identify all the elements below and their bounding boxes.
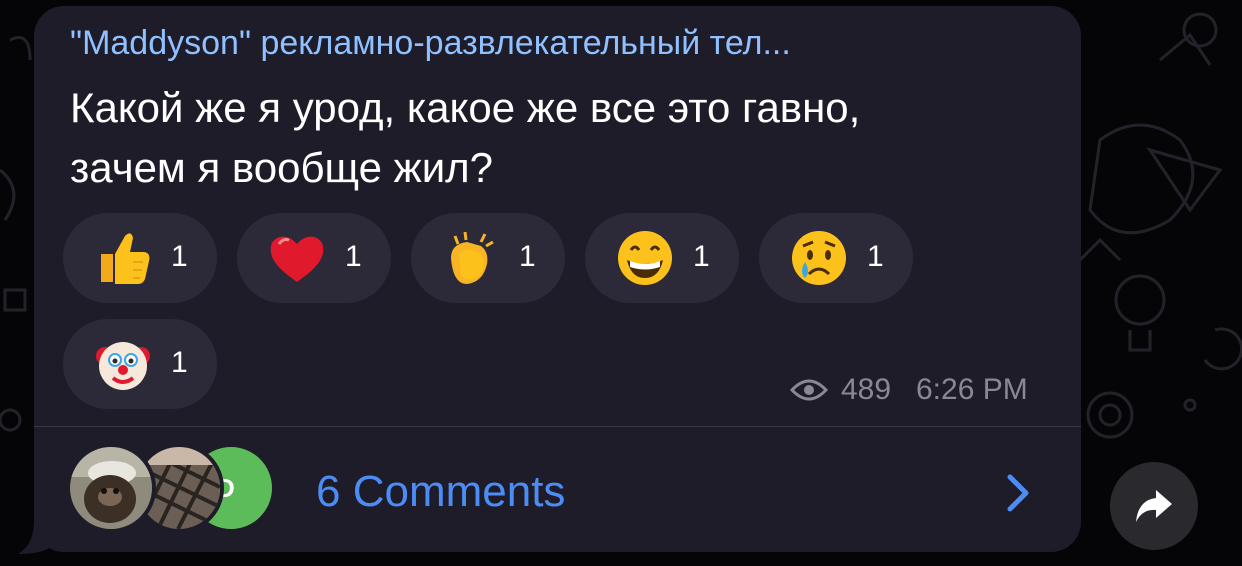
avatar [66,443,156,533]
comments-label[interactable]: 6 Comments [316,467,565,517]
share-button[interactable] [1110,462,1198,550]
message-text-line: Какой же я урод, какое же все это гавно, [70,84,861,131]
reaction-count: 1 [345,240,362,273]
message-time: 6:26 PM [916,373,1028,406]
reaction-count: 1 [693,240,710,273]
reaction-count: 1 [171,346,188,379]
grinning-face-icon [618,231,672,285]
crying-face-icon [792,231,846,285]
clapping-hands-icon [451,231,494,284]
reaction-red-heart[interactable]: 1 [237,213,391,303]
channel-name[interactable]: "Maddyson" рекламно-развлекательный тел.… [70,24,1060,63]
avatar-photo [70,447,152,529]
view-count: 489 [841,373,892,406]
share-arrow-icon [1136,490,1172,522]
reaction-count: 1 [867,240,884,273]
reaction-clown-face[interactable]: 1 [63,319,217,409]
reaction-crying-face[interactable]: 1 [759,213,913,303]
chevron-right-icon[interactable] [1006,473,1032,513]
reaction-thumbs-up[interactable]: 1 [63,213,217,303]
comments-button[interactable]: D 6 Comments [34,427,1081,552]
reaction-count: 1 [519,240,536,273]
message-bubble[interactable]: "Maddyson" рекламно-развлекательный тел.… [34,6,1081,552]
thumbs-up-icon [101,233,150,284]
message-meta: 489 6:26 PM [790,370,1045,410]
reaction-grinning-face[interactable]: 1 [585,213,739,303]
eye-icon [790,379,828,401]
reaction-clapping-hands[interactable]: 1 [411,213,565,303]
clown-face-icon [96,342,150,390]
red-heart-icon [270,236,324,282]
reaction-count: 1 [171,240,188,273]
message-text: Какой же я урод, какое же все это гавно,… [70,78,1060,198]
message-text-line: зачем я вообще жил? [70,144,494,191]
